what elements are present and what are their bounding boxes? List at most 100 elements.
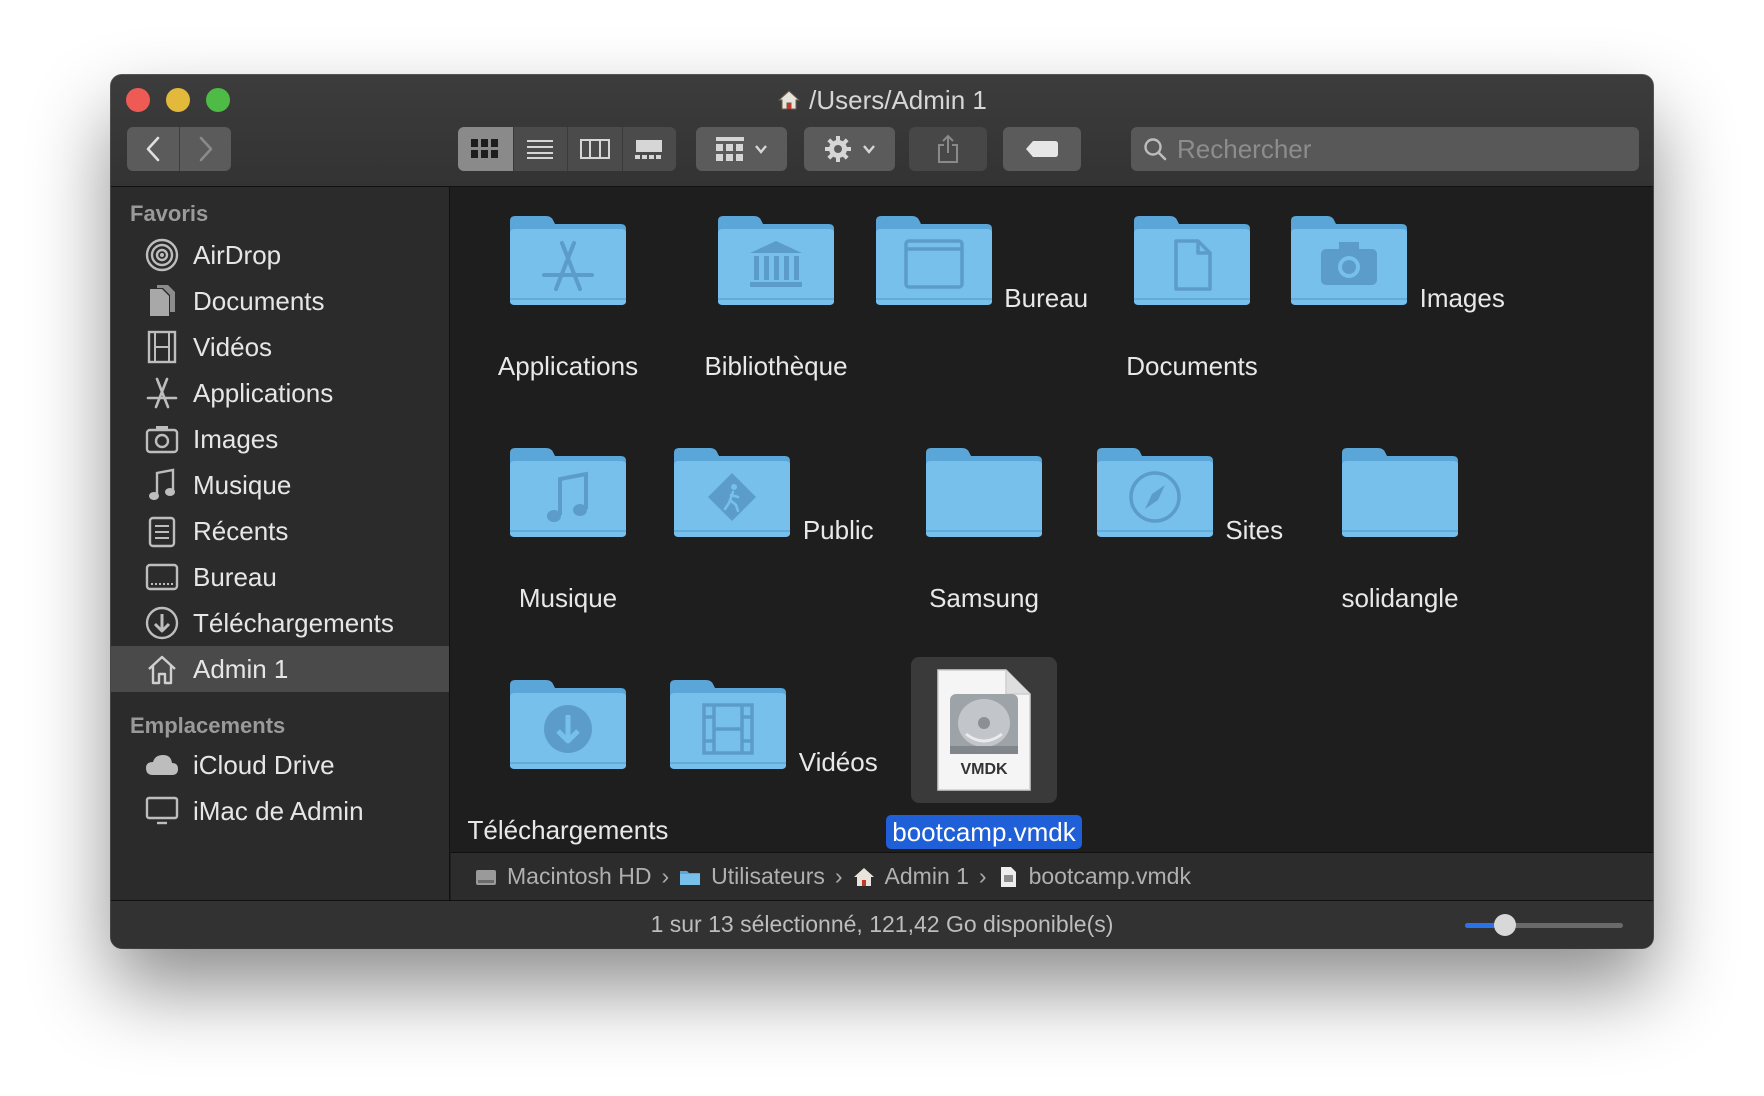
- folder-item-samsung[interactable]: Samsung: [869, 443, 1099, 615]
- window-title: /Users/Admin 1: [111, 83, 1653, 117]
- hard-drive-icon: [476, 869, 496, 885]
- edit-tags-button[interactable]: [1003, 127, 1081, 171]
- sidebar-item-label: Images: [193, 423, 279, 454]
- home-icon: [777, 90, 801, 110]
- icon-grid-icon: [471, 139, 499, 158]
- finder-window: /Users/Admin 1 Rechercher Favoris AirDro…: [111, 75, 1653, 948]
- folder-item-videos[interactable]: Vidéos: [661, 675, 891, 779]
- column-view-button[interactable]: [567, 127, 622, 171]
- folder-item-public[interactable]: Public: [661, 443, 891, 547]
- sidebar-item-label: Musique: [193, 469, 292, 500]
- item-label: Téléchargements: [467, 815, 669, 845]
- folder-icon: [510, 680, 626, 769]
- item-label: Documents: [1126, 351, 1258, 381]
- file-item-bootcamp-vmdk[interactable]: VMDK bootcamp.vmdk: [869, 657, 1099, 849]
- folder-item-sites[interactable]: Sites: [1077, 443, 1307, 547]
- selection-highlight: VMDK: [911, 657, 1057, 803]
- sidebar-item-videos[interactable]: Vidéos: [111, 324, 449, 370]
- folder-icon: [1291, 216, 1408, 305]
- search-icon: [1144, 138, 1167, 161]
- sidebar-item-imac[interactable]: iMac de Admin: [111, 788, 449, 834]
- path-crumb-utilisateurs[interactable]: Utilisateurs: [679, 863, 825, 890]
- cloud-icon: [145, 748, 179, 782]
- folder-icon: [875, 216, 992, 305]
- item-label: Musique: [518, 583, 618, 613]
- gallery-icon: [635, 140, 663, 159]
- chevron-down-icon: [754, 145, 767, 154]
- folder-item-applications[interactable]: Applications: [453, 211, 683, 383]
- list-view-button[interactable]: [512, 127, 568, 171]
- search-field[interactable]: [1131, 127, 1639, 171]
- folder-item-bureau[interactable]: Bureau: [869, 211, 1099, 315]
- sidebar-item-images[interactable]: Images: [111, 416, 449, 462]
- file-icon: [1000, 866, 1016, 887]
- sidebar: Favoris AirDrop Documents Vidéos Applica…: [111, 187, 450, 900]
- sidebar-item-admin-1[interactable]: Admin 1: [111, 646, 449, 692]
- sidebar-item-label: Admin 1: [193, 653, 289, 684]
- path-crumb-label: Utilisateurs: [711, 863, 825, 889]
- group-by-button[interactable]: [696, 127, 787, 171]
- slider-knob[interactable]: [1493, 914, 1516, 936]
- sidebar-item-recents[interactable]: Récents: [111, 508, 449, 554]
- item-label: Bibliothèque: [704, 351, 848, 381]
- search-input[interactable]: [1177, 133, 1617, 165]
- applications-icon: [145, 376, 179, 410]
- sidebar-item-label: Récents: [193, 515, 289, 546]
- folder-item-bibliotheque[interactable]: Bibliothèque: [661, 211, 891, 383]
- window-title-text: /Users/Admin 1: [809, 85, 987, 115]
- sidebar-item-applications[interactable]: Applications: [111, 370, 449, 416]
- chevron-right-icon: ›: [834, 863, 843, 889]
- folder-icon: [670, 680, 787, 769]
- sidebar-item-desktop[interactable]: Bureau: [111, 554, 449, 600]
- sidebar-item-music[interactable]: Musique: [111, 462, 449, 508]
- sidebar-item-documents[interactable]: Documents: [111, 278, 449, 324]
- sidebar-item-label: Téléchargements: [193, 607, 394, 638]
- gear-icon: [824, 136, 851, 162]
- airdrop-icon: [145, 238, 179, 272]
- sidebar-item-label: iMac de Admin: [193, 795, 364, 826]
- group-grid-icon: [715, 137, 744, 161]
- path-crumb-macintosh-hd[interactable]: Macintosh HD: [475, 863, 651, 890]
- forward-button[interactable]: [179, 127, 231, 171]
- folder-item-documents[interactable]: Documents: [1077, 211, 1307, 383]
- status-text: 1 sur 13 sélectionné, 121,42 Go disponib…: [650, 911, 1114, 937]
- share-button[interactable]: [909, 127, 987, 171]
- sidebar-item-label: Bureau: [193, 561, 277, 592]
- folder-icon: [1342, 448, 1458, 537]
- sidebar-item-downloads[interactable]: Téléchargements: [111, 600, 449, 646]
- locations-heading: Emplacements: [130, 713, 286, 738]
- back-forward-group: [127, 127, 231, 171]
- item-label: Images: [1419, 283, 1505, 313]
- folder-item-telechargements[interactable]: Téléchargements: [453, 675, 683, 847]
- download-icon: [145, 606, 179, 640]
- icon-size-slider[interactable]: [1465, 914, 1623, 936]
- computer-icon: [145, 794, 179, 828]
- music-note-icon: [145, 468, 179, 502]
- folder-icon: [1134, 216, 1250, 305]
- path-crumb-bootcamp-vmdk[interactable]: bootcamp.vmdk: [997, 863, 1191, 890]
- chevron-right-icon: ›: [661, 863, 670, 889]
- file-type-badge: VMDK: [960, 761, 1008, 778]
- item-label[interactable]: bootcamp.vmdk: [886, 815, 1082, 849]
- documents-icon: [145, 284, 179, 318]
- chevron-right-icon: ›: [978, 863, 987, 889]
- folder-item-musique[interactable]: Musique: [453, 443, 683, 615]
- sidebar-item-label: iCloud Drive: [193, 749, 335, 780]
- share-icon: [938, 134, 958, 163]
- action-menu-button[interactable]: [804, 127, 895, 171]
- path-crumb-admin-1[interactable]: Admin 1: [853, 863, 969, 890]
- desktop-icon: [145, 560, 179, 594]
- file-icon-grid: Applications Bibliothèque Bureau Documen…: [451, 187, 1653, 852]
- home-icon: [853, 867, 874, 886]
- columns-icon: [579, 139, 610, 159]
- film-icon: [145, 330, 179, 364]
- sidebar-item-airdrop[interactable]: AirDrop: [111, 232, 449, 278]
- folder-item-images[interactable]: Images: [1285, 211, 1515, 315]
- icon-view-button[interactable]: [458, 127, 513, 171]
- back-button[interactable]: [127, 127, 179, 171]
- camera-icon: [145, 422, 179, 456]
- folder-item-solidangle[interactable]: solidangle: [1285, 443, 1515, 615]
- view-mode-control: [458, 127, 676, 171]
- gallery-view-button[interactable]: [621, 127, 677, 171]
- sidebar-item-icloud-drive[interactable]: iCloud Drive: [111, 742, 449, 788]
